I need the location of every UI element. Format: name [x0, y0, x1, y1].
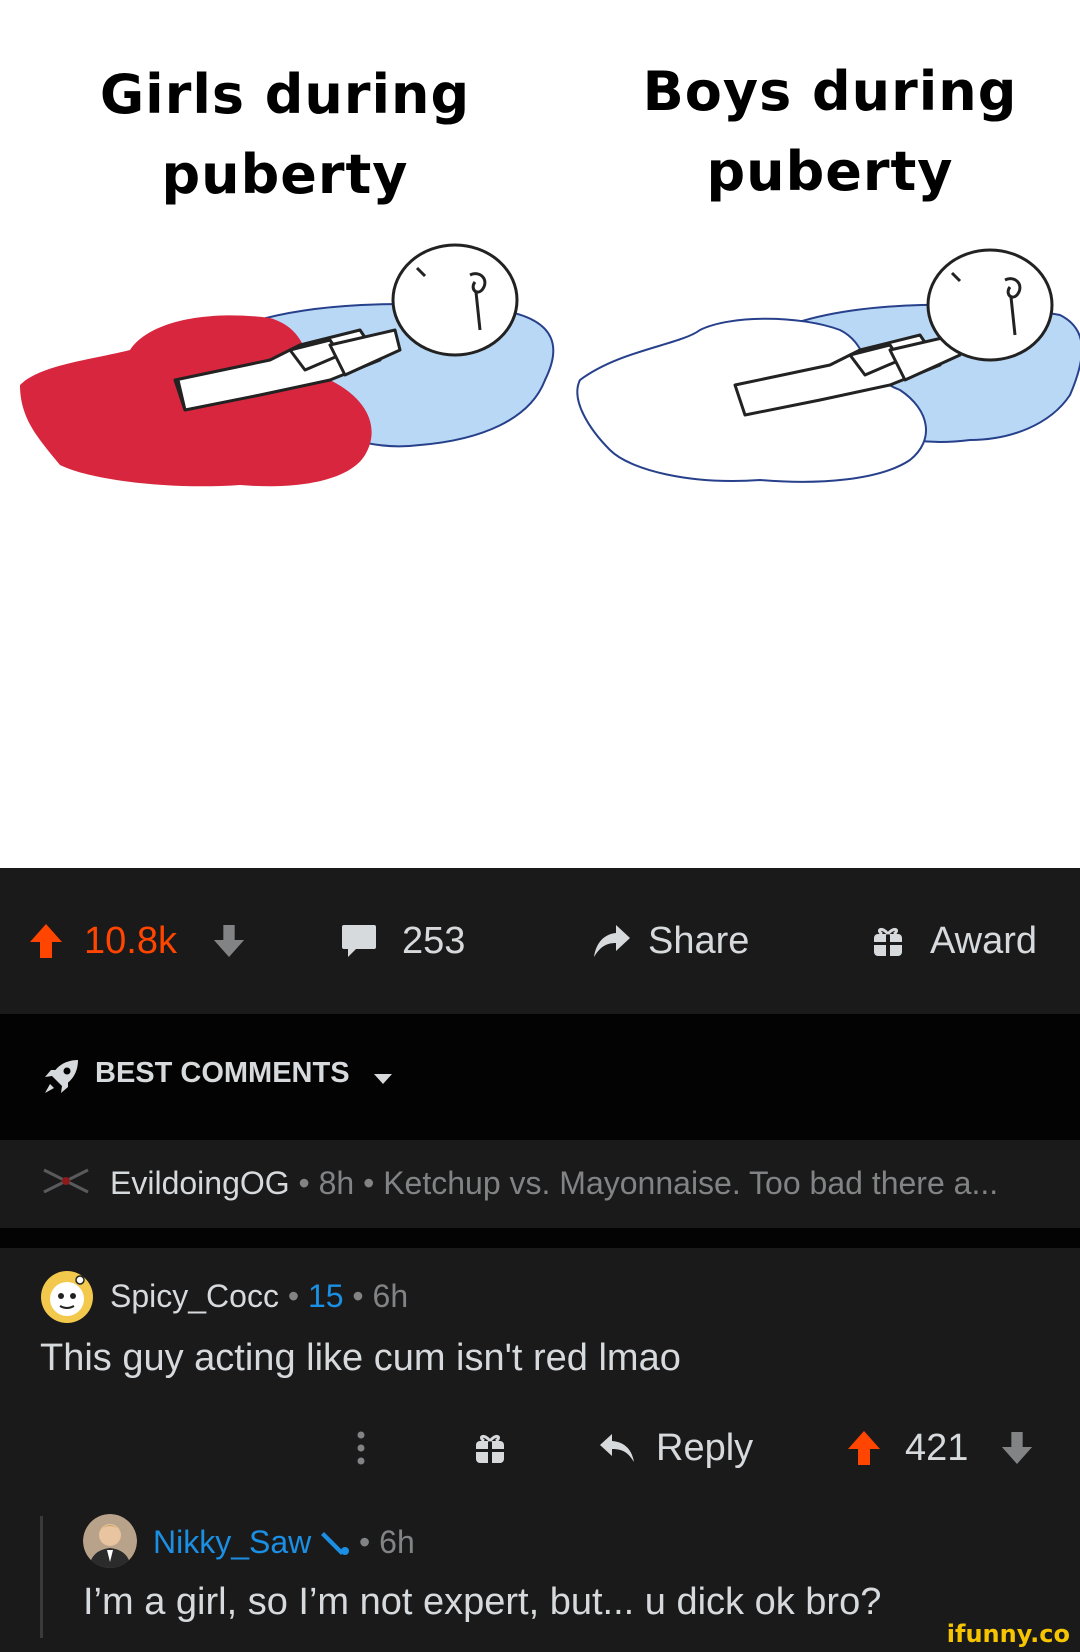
share-button[interactable]: Share [592, 868, 749, 1014]
reply-avatar[interactable] [83, 1514, 137, 1568]
collapsed-comment-preview: Ketchup vs. Mayonnaise. Too bad there a.… [383, 1165, 999, 1201]
meme-illustration [20, 243, 1080, 487]
comment-username[interactable]: Spicy_Cocc [110, 1278, 279, 1314]
post-score: 10.8k [84, 919, 177, 962]
chevron-down-icon [374, 1074, 392, 1084]
right-panel-drawing [576, 248, 1080, 483]
downvote-icon [1001, 1431, 1033, 1465]
upvote-button[interactable] [28, 868, 64, 1014]
downvote-button[interactable] [212, 868, 246, 1014]
comment-karma: 15 [307, 1278, 344, 1314]
comment-count: 253 [402, 919, 466, 962]
comment-score: 421 [905, 1426, 969, 1469]
crossed-swords-icon [43, 1168, 89, 1194]
downvote-icon [213, 924, 245, 958]
sort-label: BEST COMMENTS [95, 1057, 350, 1089]
gift-icon [476, 1434, 504, 1463]
comment-downvote-button[interactable] [1000, 1408, 1034, 1488]
comment-award-button[interactable] [474, 1408, 506, 1488]
reply-body: I’m a girl, so I’m not expert, but... u … [83, 1581, 882, 1623]
rocket-icon [45, 1060, 78, 1093]
more-vertical-icon [357, 1431, 365, 1465]
reply-meta: Nikky_Saw • 6h [153, 1524, 415, 1560]
award-button[interactable]: Award [872, 868, 1037, 1014]
award-label: Award [930, 919, 1038, 962]
share-arrow-icon [594, 925, 630, 957]
comment-body: This guy acting like cum isn't red lmao [40, 1337, 681, 1379]
comment-time: 6h [372, 1278, 409, 1314]
divider [0, 1228, 1080, 1248]
comments-button[interactable] [340, 868, 378, 1014]
meme-image: Girls during puberty Boys during puberty [0, 0, 1080, 868]
comment-upvote-button[interactable] [846, 1408, 882, 1488]
upvote-icon [848, 1431, 880, 1465]
watermark: ifunny.co [946, 1620, 1070, 1648]
gift-icon [874, 927, 902, 956]
reply-time: 6h [379, 1524, 415, 1560]
comment-bubble-icon [342, 925, 376, 957]
post-action-bar: 10.8k 253 Share Award [0, 868, 1080, 1014]
collapsed-comment-username[interactable]: EvildoingOG [110, 1165, 290, 1201]
share-label: Share [648, 919, 750, 962]
left-panel-drawing [20, 243, 555, 487]
reply-arrow-icon [600, 1434, 634, 1462]
reply-username[interactable]: Nikky_Saw [153, 1524, 311, 1560]
reply-label: Reply [656, 1426, 754, 1469]
moderator-wrench-icon [321, 1532, 350, 1555]
comment-sort-bar[interactable]: BEST COMMENTS [0, 1014, 1080, 1140]
comment-meta: Spicy_Cocc • 15 • 6h [110, 1278, 409, 1314]
thread-line[interactable] [40, 1516, 43, 1638]
more-options-button[interactable] [356, 1408, 366, 1488]
collapsed-comment-text: EvildoingOG • 8h • Ketchup vs. Mayonnais… [110, 1165, 999, 1201]
upvote-icon [30, 924, 62, 958]
comment: Spicy_Cocc • 15 • 6h This guy acting lik… [0, 1248, 1080, 1652]
avatar[interactable] [40, 1270, 94, 1324]
collapsed-comment-time: 8h [318, 1165, 355, 1201]
reply-button[interactable]: Reply [598, 1408, 753, 1488]
comment-actions: Reply 421 [0, 1408, 1080, 1488]
collapsed-comment[interactable]: EvildoingOG • 8h • Ketchup vs. Mayonnais… [0, 1140, 1080, 1228]
